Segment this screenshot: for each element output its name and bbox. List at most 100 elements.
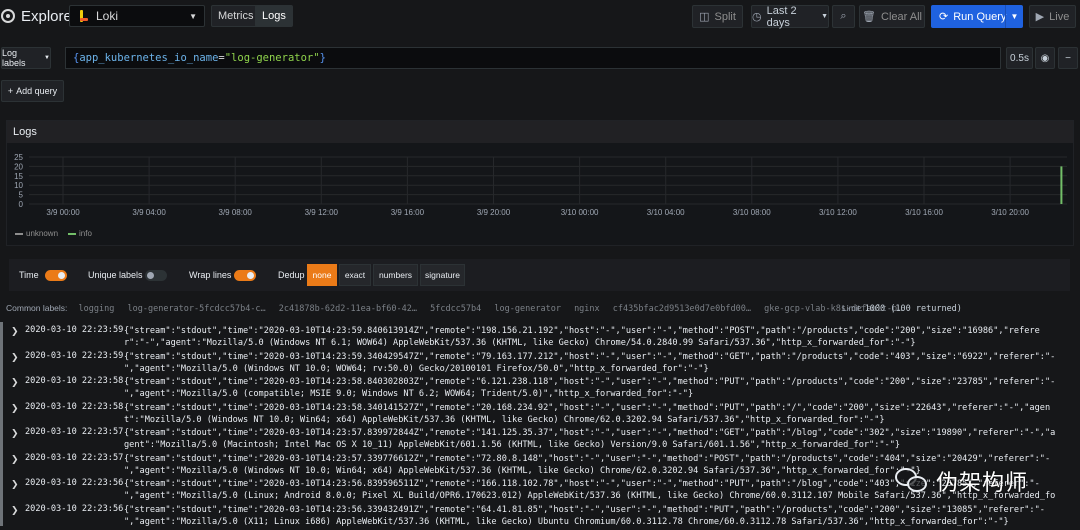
dedup-none-button[interactable]: none — [307, 264, 337, 286]
refresh-icon: ⟳ — [939, 11, 949, 23]
log-row[interactable]: ❯ 2020-03-10 22:23:58 {"stream":"stdout"… — [0, 373, 1080, 399]
watermark-text: 伪架构师 — [936, 471, 1029, 496]
chevron-right-icon[interactable]: ❯ — [11, 479, 19, 490]
logs-panel-header: Logs — [7, 121, 1073, 143]
chevron-right-icon[interactable]: ❯ — [11, 377, 19, 388]
common-label: 2c41878b-62d2-11ea-bf60-42… — [278, 304, 417, 314]
remove-query-minus-icon[interactable]: − — [1058, 47, 1078, 69]
x-tick-label: 3/10 12:00 — [819, 208, 857, 217]
log-row[interactable]: ❯ 2020-03-10 22:23:57 {"stream":"stdout"… — [0, 424, 1080, 450]
legend-item-info[interactable]: info — [68, 229, 92, 238]
log-row-line: {"stream":"stdout","time":"2020-03-10T14… — [124, 402, 1051, 425]
live-label: Live — [1049, 10, 1070, 23]
wrap-lines-toggle-label: Wrap lines — [189, 270, 232, 280]
dedup-signature-button[interactable]: signature — [420, 264, 465, 286]
logs-graph-panel: Logs 25 20 15 10 5 0 3/9 00:00 3/9 04:00 3/9 08:… — [6, 120, 1074, 246]
query-row: Log labels ▼ { app_kubernetes_io_name = … — [0, 47, 1080, 69]
dedup-exact-button[interactable]: exact — [339, 264, 371, 286]
log-options-bar: Time Unique labels Wrap lines Dedup none… — [9, 259, 1070, 291]
live-button[interactable]: ▶ Live — [1029, 5, 1076, 28]
common-label: logging — [78, 304, 115, 314]
metrics-mode-button[interactable]: Metrics — [211, 5, 261, 27]
chevron-right-icon[interactable]: ❯ — [11, 326, 19, 337]
page-title: Explore — [21, 8, 72, 25]
query-label-key: app_kubernetes_io_name — [79, 52, 219, 64]
x-tick-label: 3/9 00:00 — [46, 208, 80, 217]
log-row-timestamp: 2020-03-10 22:23:59 — [25, 350, 124, 361]
zoom-out-button[interactable]: ⌕ — [832, 5, 855, 28]
chevron-right-icon[interactable]: ❯ — [11, 505, 19, 516]
loki-logo-icon — [78, 10, 88, 22]
chart-legend: unknown info — [15, 229, 92, 238]
limit-value: 1000 (100 returned) — [864, 304, 962, 314]
log-row[interactable]: ❯ 2020-03-10 22:23:58 {"stream":"stdout"… — [0, 398, 1080, 425]
trash-icon: 🗑 — [862, 11, 876, 23]
common-label: cf435bfac2d9513e0d7e0bfd00… — [612, 304, 751, 314]
y-tick-label: 5 — [19, 191, 24, 200]
x-tick-label: 3/10 04:00 — [647, 208, 685, 217]
legend-swatch — [68, 232, 77, 235]
run-query-dropdown-chevron-icon[interactable]: ▼ — [1005, 5, 1023, 28]
datasource-name: Loki — [96, 9, 119, 23]
log-row-line: {"stream":"stdout","time":"2020-03-10T14… — [124, 351, 1056, 374]
x-tick-label: 3/10 00:00 — [561, 208, 599, 217]
legend-swatch — [15, 232, 23, 235]
y-tick-label: 25 — [14, 153, 23, 162]
log-row[interactable]: ❯ 2020-03-10 22:23:59 {"stream":"stdout"… — [0, 322, 1080, 348]
dedup-label: Dedup — [278, 270, 305, 280]
log-labels-label: Log labels — [2, 48, 26, 68]
play-icon: ▶ — [1035, 11, 1045, 23]
add-query-label: Add query — [16, 86, 58, 96]
unique-labels-toggle[interactable] — [145, 270, 167, 281]
wrap-lines-toggle[interactable] — [234, 270, 256, 281]
chevron-right-icon[interactable]: ❯ — [11, 352, 19, 363]
log-row[interactable]: ❯ 2020-03-10 22:23:56 {"stream":"stdout"… — [0, 500, 1080, 527]
x-tick-label: 3/9 16:00 — [391, 208, 425, 217]
time-toggle-label: Time — [19, 270, 39, 280]
histogram-bar-info — [1060, 166, 1063, 204]
log-row-line: {"stream":"stdout","time":"2020-03-10T14… — [124, 326, 1040, 348]
common-labels-bar: Common labels: logging log-generator-5fc… — [6, 303, 1074, 317]
chat-bubble-shape — [907, 476, 927, 492]
clear-all-label: Clear All — [881, 10, 922, 23]
x-tick-label: 3/9 20:00 — [477, 208, 511, 217]
chevron-right-icon[interactable]: ❯ — [11, 428, 19, 439]
query-brace-close: } — [319, 52, 326, 64]
split-button[interactable]: ◫ Split — [692, 5, 743, 28]
query-input[interactable]: { app_kubernetes_io_name = "log-generato… — [65, 47, 1001, 69]
toggle-query-eye-icon[interactable]: ◉ — [1035, 47, 1055, 69]
legend-label: unknown — [26, 229, 59, 238]
common-label: log-generator — [494, 304, 561, 314]
log-row-timestamp: 2020-03-10 22:23:57 — [25, 427, 124, 437]
query-duration: 0.5s — [1006, 47, 1033, 69]
log-row-timestamp: 2020-03-10 22:23:56 — [25, 478, 124, 488]
log-row-timestamp: 2020-03-10 22:23:56 — [25, 503, 124, 514]
log-row-timestamp: 2020-03-10 22:23:58 — [25, 401, 124, 412]
plus-icon: + — [7, 86, 14, 96]
chevron-right-icon[interactable]: ❯ — [11, 403, 19, 414]
x-tick-label: 3/10 20:00 — [991, 208, 1029, 217]
log-row-timestamp: 2020-03-10 22:23:57 — [25, 452, 124, 463]
watermark: 伪架构师 — [895, 461, 1075, 501]
logs-mode-button[interactable]: Logs — [255, 5, 293, 27]
add-query-button[interactable]: + Add query — [1, 80, 64, 102]
legend-label: info — [79, 229, 92, 238]
common-label: log-generator-5fcdcc57b4-c… — [127, 304, 266, 314]
datasource-picker[interactable]: Loki ▼ — [69, 5, 205, 27]
time-range-label: Last 2 days — [766, 4, 797, 29]
log-row-line: {"stream":"stdout","time":"2020-03-10T14… — [124, 428, 1056, 450]
y-tick-label: 20 — [14, 162, 23, 171]
clear-all-button[interactable]: 🗑 Clear All — [859, 5, 925, 28]
legend-item-unknown[interactable]: unknown — [15, 229, 58, 238]
time-range-picker[interactable]: ◷ Last 2 days ▼ — [751, 4, 829, 29]
log-labels-button[interactable]: Log labels ▼ — [1, 47, 51, 69]
time-toggle[interactable] — [45, 270, 67, 281]
search-icon: ⌕ — [840, 10, 847, 22]
dedup-numbers-button[interactable]: numbers — [373, 264, 418, 286]
common-label: nginx — [574, 304, 600, 314]
chevron-right-icon[interactable]: ❯ — [11, 454, 19, 465]
common-labels-title: Common labels: — [6, 303, 68, 313]
clock-icon: ◷ — [752, 11, 762, 23]
logs-histogram-chart: 2520151050 3/9 00:00 3/9 04:00 3/9 08:00 3/9… — [14, 153, 1067, 217]
log-row[interactable]: ❯ 2020-03-10 22:23:59 {"stream":"stdout"… — [0, 347, 1080, 374]
